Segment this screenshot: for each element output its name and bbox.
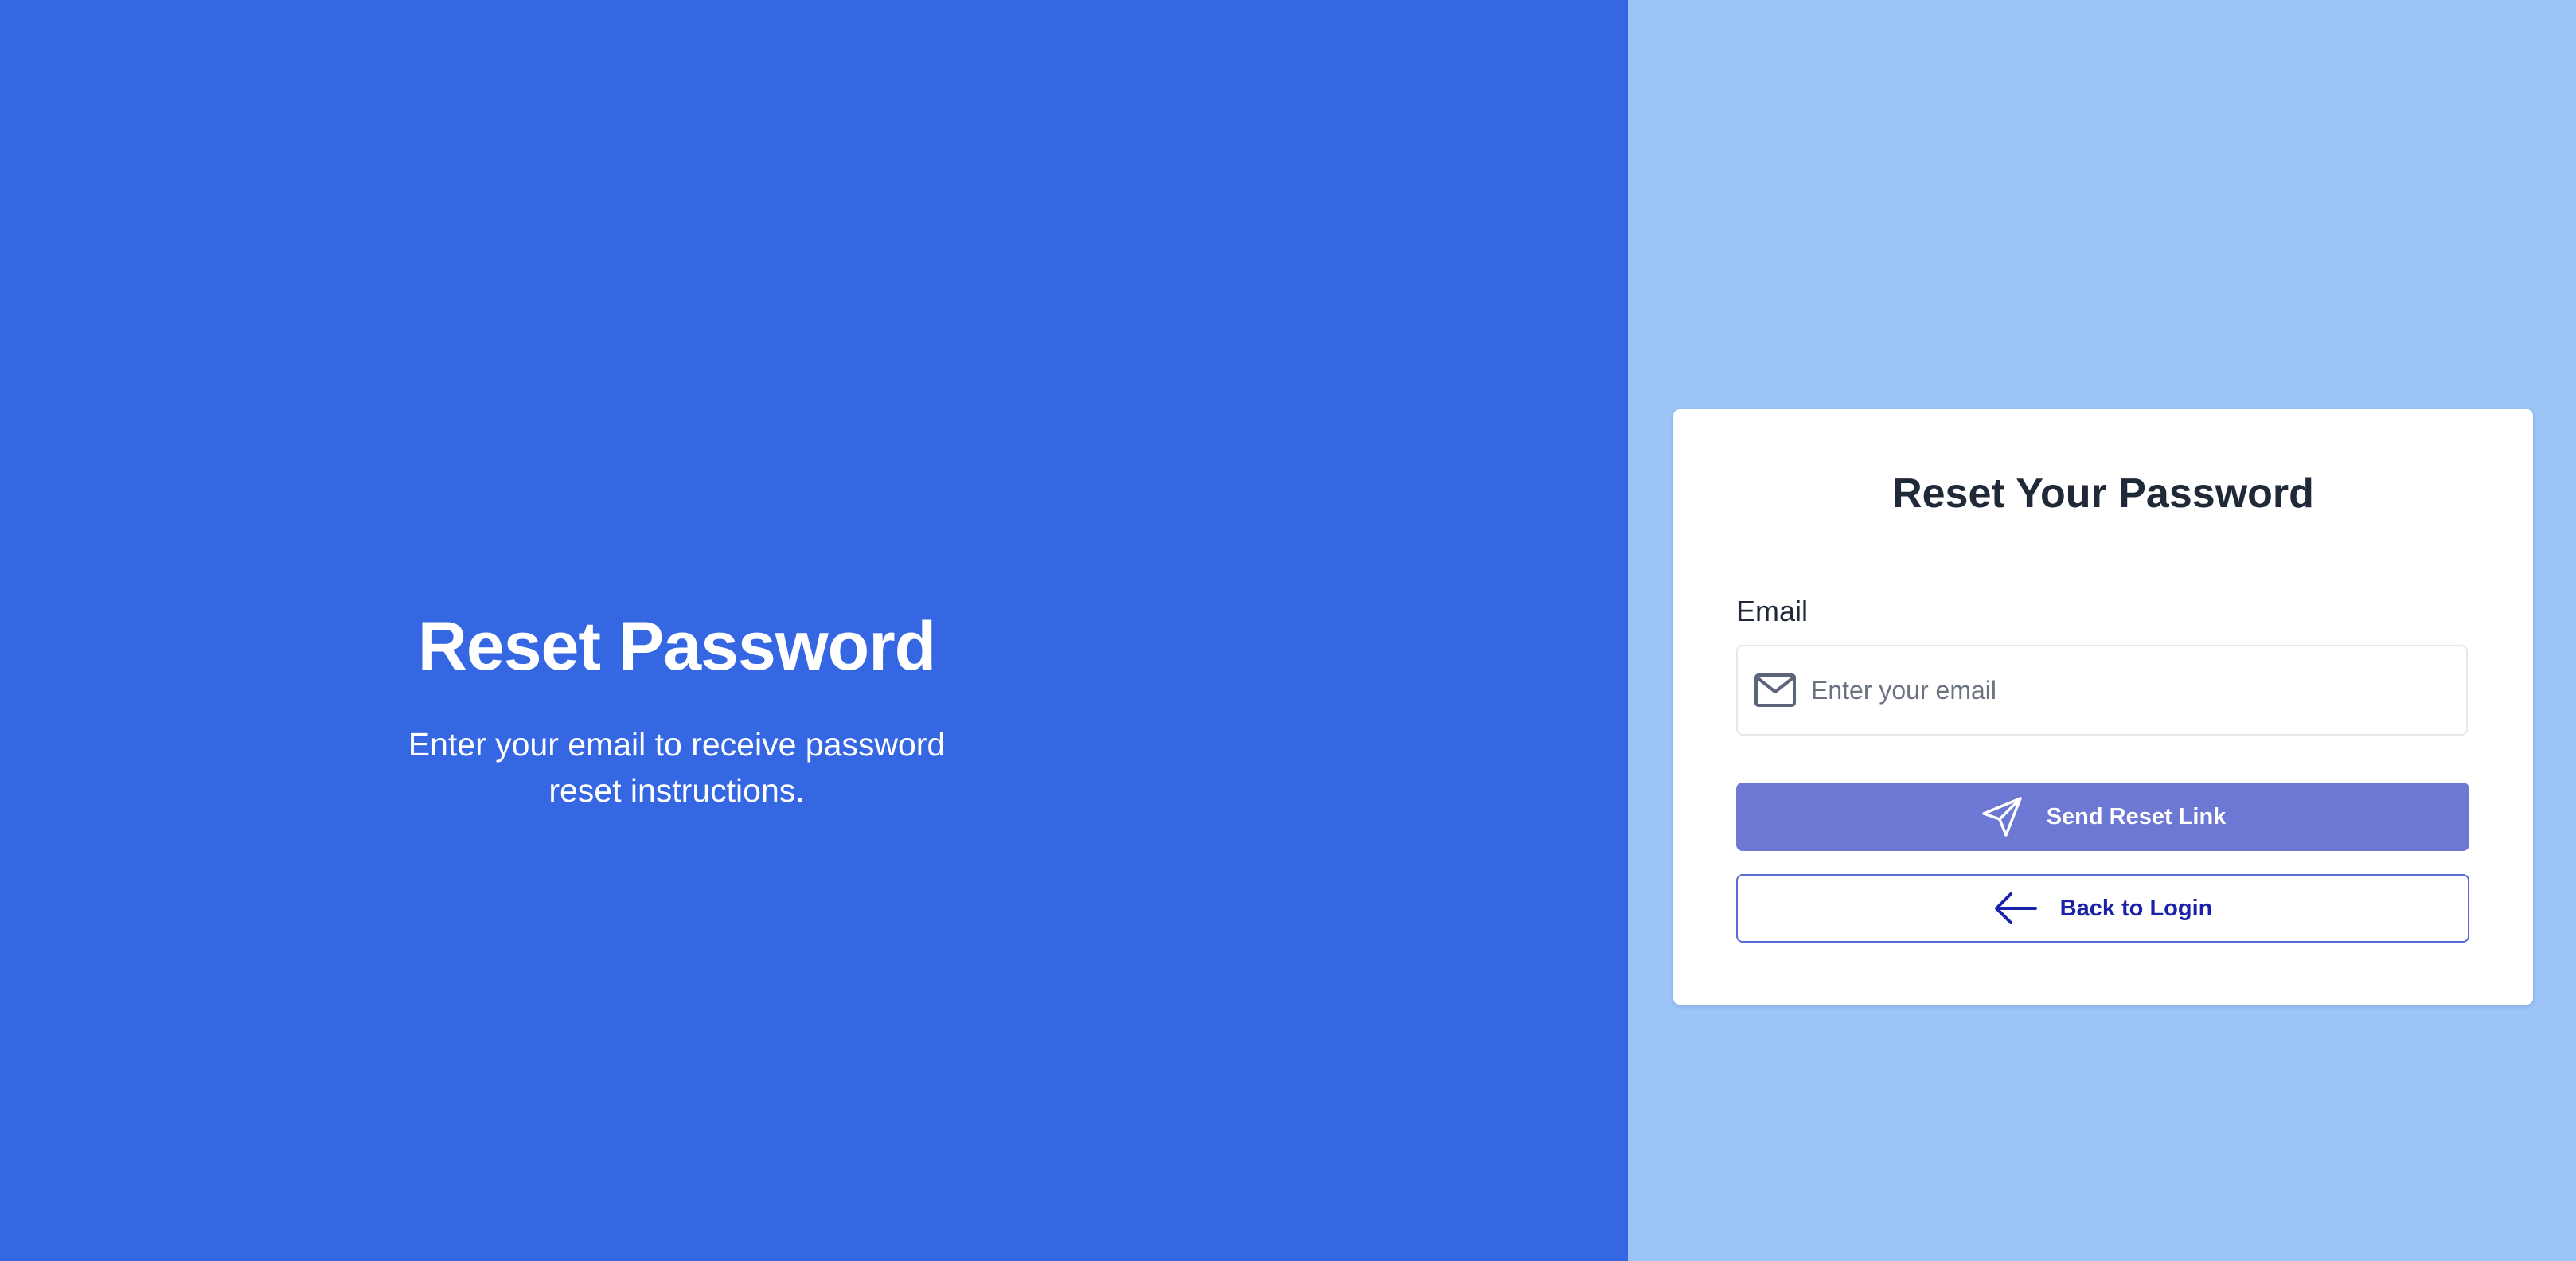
- arrow-left-icon: [1993, 891, 2038, 926]
- mail-icon: [1754, 672, 1797, 709]
- email-input[interactable]: [1809, 646, 2466, 735]
- back-button-label: Back to Login: [2059, 895, 2213, 921]
- reset-password-page: Reset Password Enter your email to recei…: [0, 0, 2576, 1261]
- paper-plane-icon: [1980, 794, 2024, 839]
- hero-title: Reset Password: [417, 608, 936, 685]
- reset-password-card: Reset Your Password Email Enter your ema…: [1673, 409, 2533, 1005]
- email-field[interactable]: [1736, 645, 2468, 736]
- hero-panel: Reset Password Enter your email to recei…: [0, 0, 1628, 1261]
- back-to-login-button[interactable]: Back to Login: [1736, 874, 2469, 943]
- hero-subtitle: Enter your email to receive password res…: [408, 726, 946, 809]
- email-label: Email: [1736, 595, 1809, 627]
- send-reset-link-button[interactable]: Send Reset Link: [1736, 783, 2469, 851]
- hero-content: Reset Password Enter your email to recei…: [0, 602, 1353, 814]
- form-panel: Reset Your Password Email Enter your ema…: [1628, 0, 2576, 1261]
- card-title: Reset Your Password: [1892, 470, 2314, 517]
- send-button-label: Send Reset Link: [2046, 803, 2227, 830]
